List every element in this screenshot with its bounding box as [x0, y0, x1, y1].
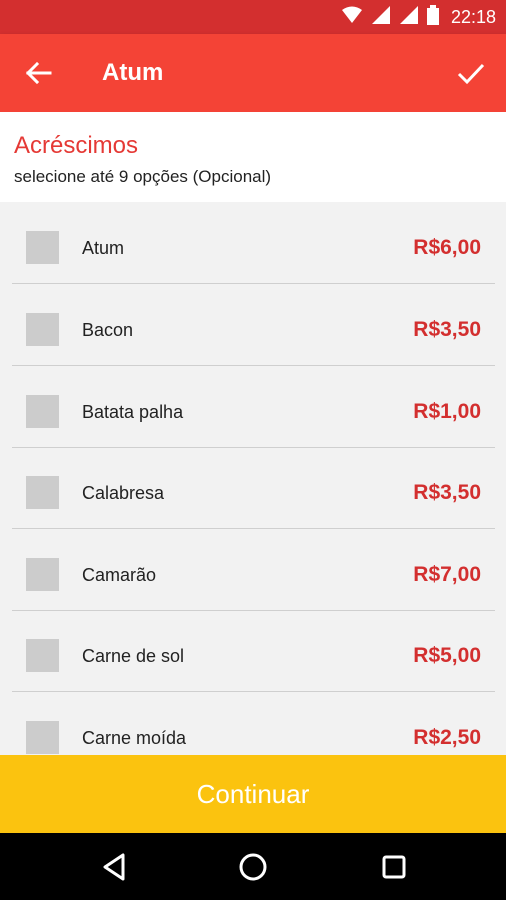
- option-row[interactable]: Bacon R$3,50: [12, 284, 495, 366]
- home-circle-icon: [236, 853, 270, 888]
- status-icons: 22:18: [341, 0, 496, 34]
- system-nav-bar: [0, 833, 506, 900]
- wifi-icon: [341, 6, 363, 29]
- nav-back-button[interactable]: [98, 850, 132, 884]
- section-title: Acréscimos: [14, 132, 139, 159]
- back-button[interactable]: [22, 56, 56, 90]
- option-row[interactable]: Camarão R$7,00: [12, 529, 495, 611]
- recents-square-icon: [377, 855, 411, 888]
- option-checkbox[interactable]: [26, 313, 59, 346]
- option-name: Calabresa: [82, 483, 165, 503]
- option-row[interactable]: Carne de sol R$5,00: [12, 610, 495, 692]
- option-checkbox[interactable]: [26, 558, 59, 591]
- option-price: R$2,50: [413, 726, 481, 749]
- option-price: R$5,00: [413, 644, 481, 667]
- confirm-button[interactable]: [454, 56, 488, 90]
- signal-icon: [399, 5, 419, 30]
- option-row[interactable]: Batata palha R$1,00: [12, 366, 495, 448]
- option-name: Carne de sol: [82, 646, 185, 666]
- signal-icon: [371, 5, 391, 30]
- option-name: Batata palha: [82, 402, 184, 422]
- option-checkbox[interactable]: [26, 639, 59, 672]
- option-price: R$6,00: [413, 236, 481, 259]
- page-title: Atum: [102, 59, 164, 86]
- option-price: R$1,00: [413, 400, 481, 423]
- option-name: Atum: [82, 238, 125, 258]
- option-price: R$3,50: [413, 481, 481, 504]
- section-subtitle: selecione até 9 opções (Opcional): [14, 167, 272, 186]
- option-row[interactable]: Calabresa R$3,50: [12, 447, 495, 529]
- option-price: R$7,00: [413, 563, 481, 586]
- option-name: Bacon: [82, 320, 134, 340]
- section-header: Acréscimos selecione até 9 opções (Opcio…: [0, 112, 506, 202]
- options-list[interactable]: Atum R$6,00 Bacon R$3,50 Batata palha R$…: [0, 202, 506, 755]
- continue-button[interactable]: Continuar: [0, 755, 506, 833]
- option-checkbox[interactable]: [26, 395, 59, 428]
- option-name: Carne moída: [82, 728, 187, 748]
- option-checkbox[interactable]: [26, 231, 59, 264]
- back-triangle-icon: [98, 853, 132, 888]
- nav-home-button[interactable]: [236, 850, 270, 884]
- option-row[interactable]: Atum R$6,00: [12, 202, 495, 284]
- option-checkbox[interactable]: [26, 476, 59, 509]
- status-time: 22:18: [450, 6, 496, 27]
- option-price: R$3,50: [413, 318, 481, 341]
- arrow-back-icon: [22, 61, 56, 94]
- option-row[interactable]: Carne moída R$2,50: [12, 692, 495, 755]
- nav-recents-button[interactable]: [377, 850, 411, 884]
- option-checkbox[interactable]: [26, 721, 59, 754]
- app-bar: Atum: [0, 34, 506, 112]
- battery-icon: [426, 4, 439, 30]
- status-bar: 22:18: [0, 0, 506, 34]
- option-name: Camarão: [82, 565, 157, 585]
- check-icon: [454, 63, 488, 94]
